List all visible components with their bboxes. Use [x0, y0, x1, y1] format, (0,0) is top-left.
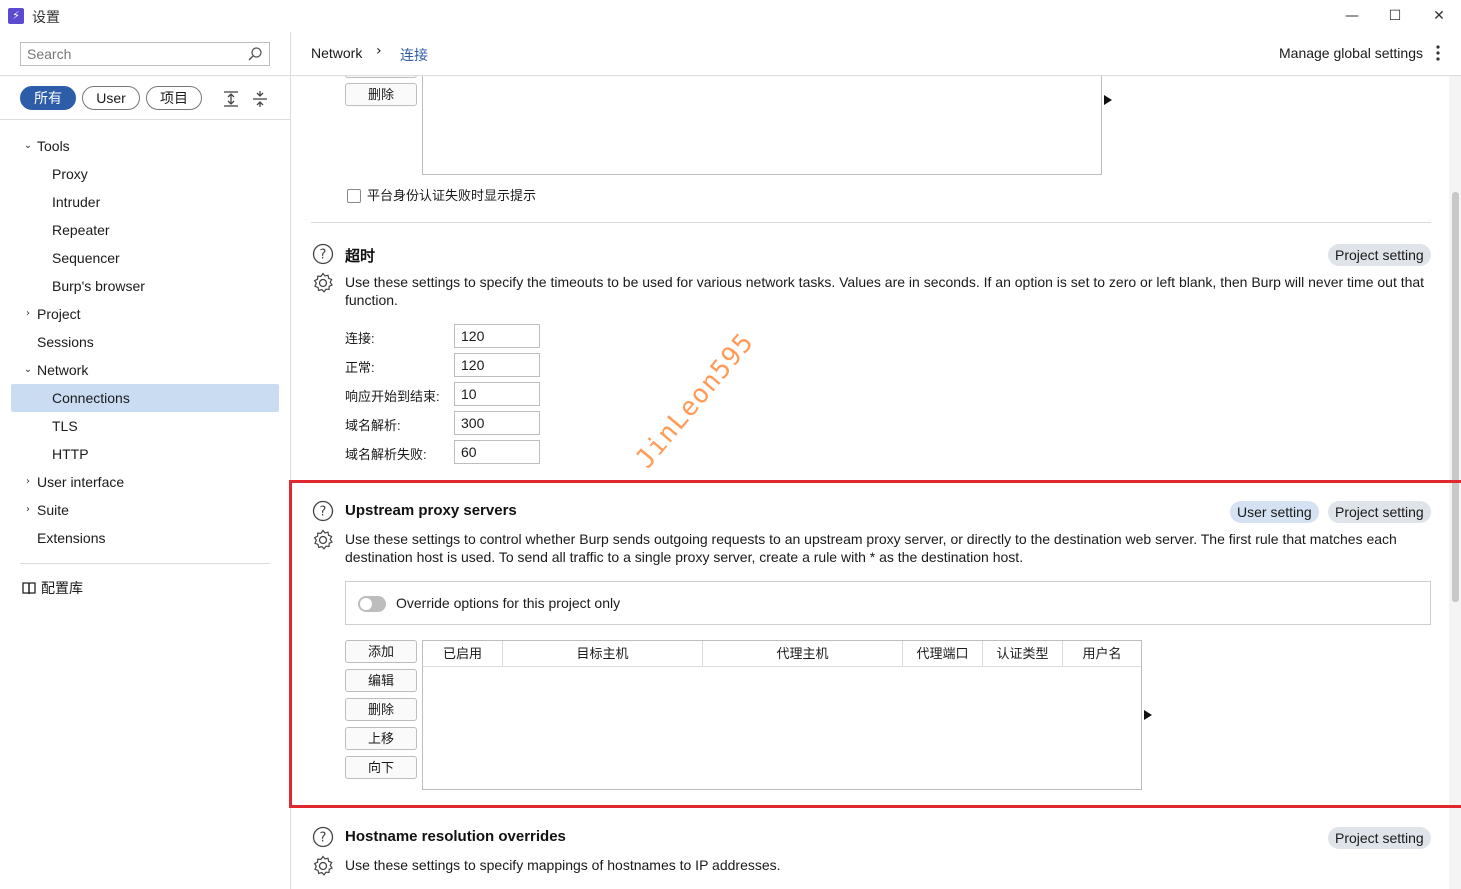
timeout-dns-fail-input[interactable]: 60 [454, 440, 540, 464]
timeout-connect-label: 连接: [345, 331, 375, 346]
svg-text:?: ? [320, 248, 327, 263]
svg-text:?: ? [320, 831, 327, 846]
chevron-right-icon: › [26, 308, 30, 319]
platform-auth-table[interactable] [422, 76, 1102, 175]
arrow-right-icon[interactable] [1104, 95, 1112, 105]
more-options-icon[interactable] [1435, 44, 1441, 62]
gear-icon[interactable] [312, 855, 334, 877]
tree-item-sequencer[interactable]: Sequencer [52, 245, 120, 271]
maximize-button[interactable]: ☐ [1380, 4, 1410, 28]
timeout-connect-input[interactable]: 120 [454, 324, 540, 348]
timeout-response-label: 响应开始到结束: [345, 389, 440, 404]
chevron-down-icon: ⌄ [23, 140, 33, 151]
project-setting-badge: Project setting [1328, 244, 1431, 266]
tree-item-sessions[interactable]: Sessions [37, 329, 94, 355]
tree-item-extensions[interactable]: Extensions [37, 525, 105, 551]
timeout-dns-fail-label: 域名解析失败: [345, 447, 427, 462]
timeout-dns-input[interactable]: 300 [454, 411, 540, 435]
cut-off-button[interactable] [345, 76, 417, 78]
tree-item-connections[interactable]: Connections [52, 385, 130, 411]
tree-item-tools[interactable]: ⌄ Tools [24, 133, 70, 159]
tree-label: Suite [37, 502, 69, 518]
timeouts-title: 超时 [345, 248, 376, 265]
collapse-all-icon[interactable] [251, 90, 269, 108]
title-bar: ⚡ 设置 — ☐ ✕ [0, 0, 1461, 32]
help-icon[interactable]: ? [312, 243, 334, 265]
tree-label: Tools [37, 138, 70, 154]
tree-label: Network [37, 362, 89, 378]
library-label: 配置库 [41, 580, 83, 596]
divider [311, 222, 1431, 223]
tree-item-suite[interactable]: › Suite [26, 497, 69, 523]
gear-icon[interactable] [312, 272, 334, 294]
close-button[interactable]: ✕ [1424, 4, 1454, 28]
minimize-button[interactable]: — [1337, 4, 1367, 28]
divider [291, 810, 1449, 811]
divider [0, 75, 290, 76]
tree-label: Project [37, 306, 81, 322]
timeouts-description: Use these settings to specify the timeou… [345, 274, 1425, 308]
tree-item-tls[interactable]: TLS [52, 413, 78, 439]
chevron-down-icon: ⌄ [23, 364, 33, 375]
hostname-description: Use these settings to specify mappings o… [345, 857, 781, 873]
filter-user-button[interactable]: User [82, 86, 140, 110]
tree-item-burps-browser[interactable]: Burp's browser [52, 273, 145, 299]
divider [0, 119, 290, 120]
chevron-right-icon: › [376, 43, 382, 59]
burp-lightning-icon: ⚡ [8, 8, 24, 24]
help-icon[interactable]: ? [312, 826, 334, 848]
platform-auth-prompt-checkbox[interactable] [347, 189, 361, 203]
manage-global-settings-link[interactable]: Manage global settings [1279, 45, 1423, 61]
hostname-title: Hostname resolution overrides [345, 828, 566, 845]
breadcrumb-current: 连接 [400, 47, 428, 63]
tree-item-project[interactable]: › Project [26, 301, 81, 327]
filter-project-button[interactable]: 项目 [146, 86, 202, 110]
sidebar: 所有 User 项目 ⌄ Tools Proxy Intruder Repeate… [0, 32, 291, 889]
tree-label: User interface [37, 474, 125, 490]
window-title: 设置 [32, 9, 60, 25]
project-setting-badge: Project setting [1328, 827, 1431, 849]
chevron-right-icon: › [26, 476, 30, 487]
tree-item-proxy[interactable]: Proxy [52, 161, 88, 187]
chevron-right-icon: › [26, 504, 30, 515]
checkbox-label: 平台身份认证失败时显示提示 [367, 188, 537, 203]
tree-item-intruder[interactable]: Intruder [52, 189, 100, 215]
search-box[interactable] [20, 42, 270, 66]
delete-button[interactable]: 删除 [345, 83, 417, 106]
tree-item-network[interactable]: ⌄ Network [24, 357, 89, 383]
search-input[interactable] [21, 43, 241, 65]
timeout-normal-label: 正常: [345, 360, 375, 375]
book-icon [22, 582, 36, 595]
library-link[interactable]: 配置库 [22, 578, 83, 598]
tree-item-user-interface[interactable]: › User interface [26, 469, 125, 495]
breadcrumb-network[interactable]: Network [311, 45, 362, 61]
search-icon[interactable] [247, 46, 263, 62]
filter-all-button[interactable]: 所有 [20, 86, 76, 110]
breadcrumb: Network › 连接 Manage global settings [291, 32, 1461, 76]
timeout-normal-input[interactable]: 120 [454, 353, 540, 377]
expand-all-icon[interactable] [222, 90, 240, 108]
timeout-response-input[interactable]: 10 [454, 382, 540, 406]
highlight-frame [289, 480, 1461, 808]
timeout-dns-label: 域名解析: [345, 418, 401, 433]
divider [20, 563, 270, 564]
tree-item-repeater[interactable]: Repeater [52, 217, 110, 243]
tree-item-http[interactable]: HTTP [52, 441, 89, 467]
